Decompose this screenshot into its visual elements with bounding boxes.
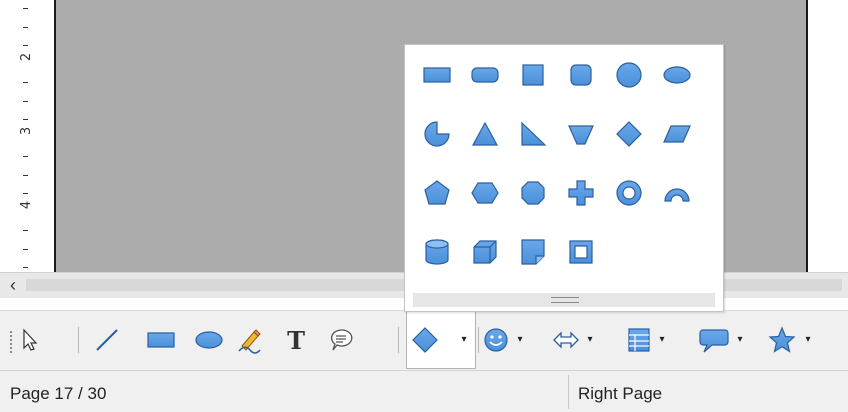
rectangle-button[interactable] (146, 325, 176, 355)
popup-tear-off-bar[interactable] (413, 293, 715, 307)
status-bar: Page 17 / 30 Right Page (0, 370, 848, 412)
ruler-tick (23, 8, 28, 9)
line-icon (94, 327, 120, 353)
toolbar-separator (478, 327, 479, 353)
text-button[interactable]: T (284, 325, 308, 355)
shape-circle-icon[interactable] (605, 52, 653, 98)
shape-cylinder-icon[interactable] (413, 229, 461, 275)
shape-right-triangle-icon[interactable] (509, 111, 557, 157)
diamond-icon (410, 325, 440, 355)
shape-folded-corner-icon[interactable] (509, 229, 557, 275)
ruler-number: 3 (19, 126, 34, 136)
ruler-tick (23, 230, 28, 231)
select-button[interactable] (20, 325, 40, 355)
pencil-icon (236, 326, 264, 354)
ruler-tick (23, 156, 28, 157)
shape-rectangle-icon[interactable] (413, 52, 461, 98)
basic-shapes-dropdown-arrow[interactable]: ▾ (460, 333, 468, 347)
ruler-tick (23, 119, 28, 120)
double-arrow-icon (552, 328, 580, 352)
symbol-shapes-button[interactable] (482, 325, 510, 355)
ruler-tick (23, 267, 28, 268)
callout-shapes-button[interactable] (698, 325, 730, 355)
stars-dropdown-arrow[interactable]: ▾ (804, 333, 812, 347)
status-divider (568, 375, 569, 409)
ruler-tick (23, 45, 28, 46)
scroll-left-icon[interactable]: ‹ (4, 276, 22, 294)
ellipse-icon (194, 327, 224, 353)
ruler-number: 4 (19, 200, 34, 210)
block-arrows-dropdown-arrow[interactable]: ▾ (586, 333, 594, 347)
block-arrows-button[interactable] (552, 325, 580, 355)
ruler-edge (44, 0, 54, 272)
rectangle-icon (146, 327, 176, 353)
line-button[interactable] (94, 325, 120, 355)
stars-button[interactable] (768, 325, 796, 355)
ruler-tick (23, 27, 28, 28)
callout-shapes-dropdown-arrow[interactable]: ▾ (736, 333, 744, 347)
callout-icon (328, 327, 354, 353)
shape-trapezoid-icon[interactable] (557, 111, 605, 157)
ruler-tick (23, 82, 28, 83)
arrow-pointer-icon (20, 328, 40, 352)
basic-shapes-popup (404, 44, 724, 312)
flowchart-icon (626, 326, 652, 354)
canvas-margin (808, 0, 848, 272)
ruler-tick (23, 175, 28, 176)
flowchart-button[interactable] (626, 325, 652, 355)
shape-square-icon[interactable] (509, 52, 557, 98)
ruler-tick (23, 249, 28, 250)
shape-cross-icon[interactable] (557, 170, 605, 216)
drawing-toolbar: T ▾ ▾ ▾ ▾ ▾ ▾ (0, 310, 848, 370)
symbol-shapes-dropdown-arrow[interactable]: ▾ (516, 333, 524, 347)
shape-cube-icon[interactable] (461, 229, 509, 275)
shape-frame-icon[interactable] (557, 229, 605, 275)
toolbar-separator (398, 327, 399, 353)
callouts-button[interactable] (328, 325, 354, 355)
smiley-icon (482, 326, 510, 354)
shape-hexagon-icon[interactable] (461, 170, 509, 216)
text-icon: T (284, 326, 308, 354)
popup-grip-icon (551, 297, 579, 303)
svg-text:T: T (287, 326, 305, 354)
shape-diamond-icon[interactable] (605, 111, 653, 157)
shape-circle-pie-icon[interactable] (413, 111, 461, 157)
shape-rounded-square-icon[interactable] (557, 52, 605, 98)
toolbar-separator (78, 327, 79, 353)
star-icon (768, 326, 796, 354)
shape-ring-icon[interactable] (605, 170, 653, 216)
shape-octagon-icon[interactable] (509, 170, 557, 216)
shape-ellipse-icon[interactable] (653, 52, 701, 98)
flowchart-dropdown-arrow[interactable]: ▾ (658, 333, 666, 347)
speech-bubble-icon (698, 326, 730, 354)
basic-shapes-button[interactable] (410, 325, 440, 355)
shape-pentagon-icon[interactable] (413, 170, 461, 216)
ruler-tick (23, 193, 28, 194)
ruler-number: 2 (19, 52, 34, 62)
ruler-tick (23, 101, 28, 102)
shape-isosceles-triangle-icon[interactable] (461, 111, 509, 157)
toolbar-grip[interactable] (10, 331, 12, 353)
shape-rounded-rectangle-icon[interactable] (461, 52, 509, 98)
freeform-line-button[interactable] (236, 325, 264, 355)
vertical-ruler: 2 3 4 (0, 0, 44, 272)
page-side: Right Page (578, 384, 663, 403)
shape-parallelogram-icon[interactable] (653, 111, 701, 157)
page-count[interactable]: Page 17 / 30 (10, 384, 106, 404)
shape-block-arc-icon[interactable] (653, 170, 701, 216)
ellipse-button[interactable] (194, 325, 224, 355)
